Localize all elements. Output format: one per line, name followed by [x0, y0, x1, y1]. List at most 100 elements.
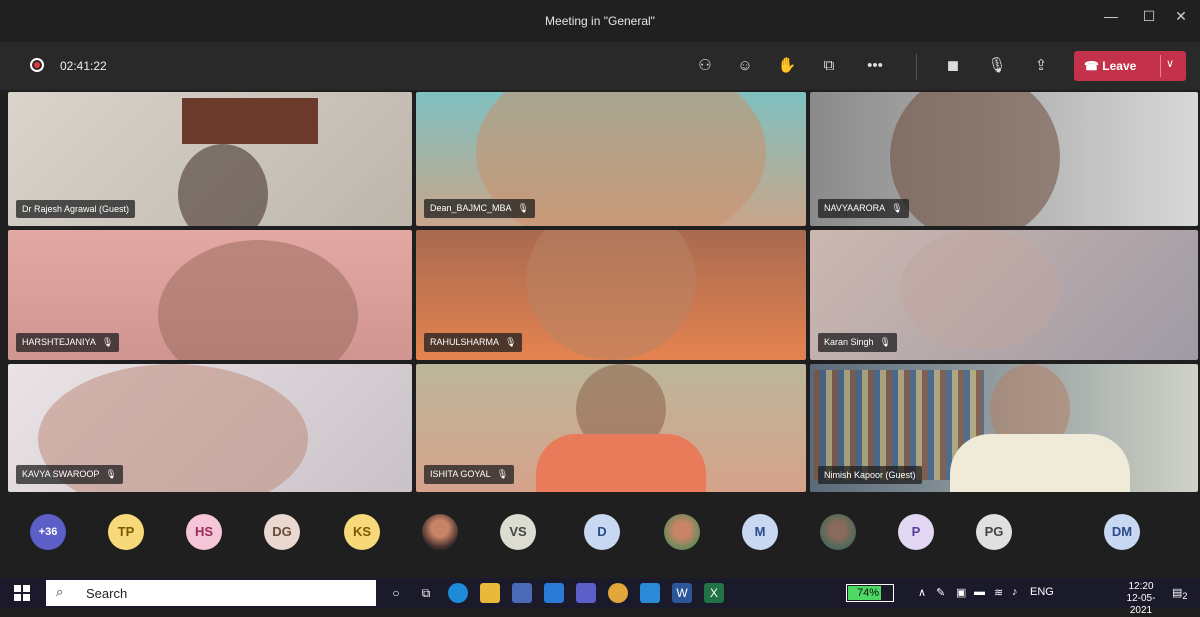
mic-off-icon: 🎙	[505, 337, 517, 347]
share-screen-icon[interactable]: ⇪	[1028, 54, 1054, 78]
avatar[interactable]: DG	[264, 514, 300, 550]
avatar[interactable]: HS	[186, 514, 222, 550]
recording-icon	[30, 58, 44, 72]
video-tile[interactable]: NAVYAARORA 🎙	[810, 92, 1198, 226]
power-icon[interactable]: ▬	[974, 586, 985, 598]
meet-now-icon[interactable]: ▣	[956, 586, 966, 599]
participant-shirt	[950, 434, 1130, 492]
leave-button[interactable]: ☎ Leave ∨	[1074, 51, 1186, 81]
mic-off-icon: 🎙	[517, 203, 529, 213]
participant-name-text: RAHULSHARMA	[430, 337, 500, 347]
chevron-down-icon[interactable]: ∨	[1166, 57, 1174, 70]
battery-indicator[interactable]: 74%	[846, 584, 894, 602]
taskbar-search-box[interactable]: ⌕ Search	[46, 580, 376, 606]
notification-icon[interactable]: ▤2	[1172, 586, 1188, 601]
mail-icon[interactable]	[544, 583, 564, 603]
more-actions-icon[interactable]: •••	[862, 54, 888, 78]
participant-name: ISHITA GOYAL 🎙	[424, 465, 515, 484]
chat-icon[interactable]: ☺	[732, 54, 758, 78]
mic-off-icon: 🎙	[101, 337, 114, 347]
video-tile[interactable]: Dr Rajesh Agrawal (Guest)	[8, 92, 412, 226]
participant-name-text: Karan Singh	[824, 337, 874, 347]
participant-name: NAVYAARORA 🎙	[818, 199, 909, 218]
participant-video	[526, 230, 696, 360]
leave-label: ☎ Leave	[1084, 59, 1137, 73]
leave-separator	[1160, 55, 1161, 77]
file-explorer-icon[interactable]	[480, 583, 500, 603]
mic-off-icon: 🎙	[105, 469, 117, 479]
avatar[interactable]: M	[742, 514, 778, 550]
participant-name: HARSHTEJANIYA 🎙	[16, 333, 120, 352]
participant-name: Dr Rajesh Agrawal (Guest)	[16, 200, 136, 218]
participant-name-text: ISHITA GOYAL	[430, 469, 491, 479]
avatar[interactable]: KS	[344, 514, 380, 550]
participant-name: RAHULSHARMA 🎙	[424, 333, 523, 352]
excel-icon[interactable]: X	[704, 583, 724, 603]
video-tile[interactable]: KAVYA SWAROOP 🎙	[8, 364, 412, 492]
language-indicator[interactable]: ENG	[1030, 586, 1054, 598]
mic-off-icon: 🎙	[496, 469, 509, 479]
participant-name: Karan Singh 🎙	[818, 333, 897, 352]
taskbar: ⌕ Search ○ ⧉ W X 74% ∧ ✎ ▣ ▬ ≋ ♪ ENG 12:…	[0, 578, 1200, 616]
participant-avatar-strip: +36 TP HS DG KS VS D M P PG DM	[0, 514, 1200, 564]
avatar[interactable]: PG	[976, 514, 1012, 550]
close-icon[interactable]: ✕	[1166, 8, 1196, 25]
video-grid: Dr Rajesh Agrawal (Guest) Dean_BAJMC_MBA…	[8, 92, 1198, 492]
video-tile[interactable]: Nimish Kapoor (Guest)	[810, 364, 1198, 492]
taskbar-clock[interactable]: 12:20 12-05-2021	[1116, 581, 1166, 617]
search-label: Search	[86, 586, 128, 601]
teams-icon[interactable]	[576, 583, 596, 603]
avatar-photo[interactable]	[664, 514, 700, 550]
tray-chevron-icon[interactable]: ∧	[918, 586, 926, 599]
maximize-icon[interactable]: ☐	[1134, 8, 1164, 25]
participant-name: Dean_BAJMC_MBA 🎙	[424, 199, 535, 218]
participant-video	[178, 144, 268, 226]
participant-name-text: KAVYA SWAROOP	[22, 469, 100, 479]
reactions-icon[interactable]: ✋	[774, 54, 800, 78]
meeting-controls: 02:41:22 ⚇ ☺ ✋ ⧉ ••• ◼ 🎙 ⇪ ☎ Leave ∨	[0, 42, 1200, 90]
title-bar: Meeting in "General" — ☐ ✕	[0, 0, 1200, 42]
edge-icon[interactable]	[448, 583, 468, 603]
clock-date: 12-05-2021	[1126, 593, 1156, 616]
participant-name-text: Dr Rajesh Agrawal (Guest)	[22, 204, 130, 214]
rooms-icon[interactable]: ⧉	[816, 54, 842, 78]
chrome-icon[interactable]	[608, 583, 628, 603]
photos-icon[interactable]	[640, 583, 660, 603]
avatar[interactable]: DM	[1104, 514, 1140, 550]
mic-off-icon: 🎙	[891, 203, 903, 213]
video-tile[interactable]: ISHITA GOYAL 🎙	[416, 364, 806, 492]
battery-percent: 74%	[857, 587, 880, 599]
avatar[interactable]: P	[898, 514, 934, 550]
video-tile[interactable]: HARSHTEJANIYA 🎙	[8, 230, 412, 360]
participant-shirt	[536, 434, 706, 492]
window-title: Meeting in "General"	[545, 14, 655, 28]
meeting-timer: 02:41:22	[60, 59, 107, 73]
avatar[interactable]: VS	[500, 514, 536, 550]
pen-icon[interactable]: ✎	[936, 586, 945, 599]
windows-start-icon[interactable]	[14, 585, 30, 601]
video-tile[interactable]: Karan Singh 🎙	[810, 230, 1198, 360]
video-tile[interactable]: RAHULSHARMA 🎙	[416, 230, 806, 360]
toolbar-divider	[916, 54, 917, 80]
camera-off-icon[interactable]: ◼	[940, 54, 966, 78]
participant-name-text: NAVYAARORA	[824, 203, 886, 213]
store-icon[interactable]	[512, 583, 532, 603]
word-icon[interactable]: W	[672, 583, 692, 603]
avatar[interactable]: D	[584, 514, 620, 550]
volume-icon[interactable]: ♪	[1012, 586, 1018, 598]
avatar-photo[interactable]	[820, 514, 856, 550]
participant-name: KAVYA SWAROOP 🎙	[16, 465, 123, 484]
participant-name-text: Dean_BAJMC_MBA	[430, 203, 512, 213]
more-participants-avatar[interactable]: +36	[30, 514, 66, 550]
wifi-icon[interactable]: ≋	[994, 586, 1003, 599]
leave-text: Leave	[1102, 59, 1137, 73]
minimize-icon[interactable]: —	[1096, 8, 1126, 24]
participants-icon[interactable]: ⚇	[692, 54, 718, 78]
microphone-icon[interactable]: 🎙	[984, 54, 1010, 78]
avatar[interactable]: TP	[108, 514, 144, 550]
cortana-icon[interactable]: ○	[386, 583, 406, 603]
avatar-photo[interactable]	[422, 514, 458, 550]
participant-name-text: Nimish Kapoor (Guest)	[824, 470, 916, 480]
video-tile[interactable]: Dean_BAJMC_MBA 🎙	[416, 92, 806, 226]
task-view-icon[interactable]: ⧉	[416, 583, 436, 603]
